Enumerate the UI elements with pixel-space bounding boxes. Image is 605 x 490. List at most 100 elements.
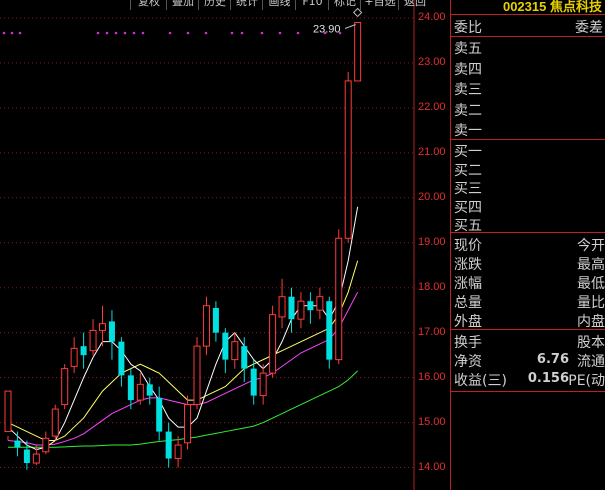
price-tick-label: 19.00 [418, 235, 446, 248]
candle-body [156, 397, 163, 432]
buy-level-label: 买二 [454, 162, 482, 179]
event-dot [278, 31, 282, 35]
sell-level-label: 卖五 [454, 41, 482, 57]
candle-body [61, 368, 69, 406]
candle-body [250, 368, 257, 396]
stock-name: 焦点科技 [549, 0, 602, 14]
event-dot [204, 31, 208, 35]
candle-body [174, 444, 182, 460]
stock-code: 002315 [502, 0, 547, 14]
candle-body [99, 323, 106, 331]
candle-body [241, 346, 248, 369]
quote-panel: 002315 焦点科技 委比 委差 卖五 卖四 卖三 卖二 卖一 买一 买二 买三 买四 买五 … [450, 0, 605, 490]
order-diff-label: 委差 [575, 20, 603, 36]
candle-body [288, 296, 295, 320]
chart-toolbar: 复权 叠加 历史 统计 画线 F10 标记 +自选 返回 [0, 0, 450, 10]
separator [451, 14, 605, 15]
candle-body [146, 384, 153, 396]
event-dot [114, 31, 118, 35]
sell-level-label: 卖二 [454, 102, 482, 119]
candle-body [344, 80, 352, 239]
candle-body [127, 375, 134, 401]
quote-label: 涨幅 [454, 276, 482, 292]
candlestick-chart[interactable]: 23.90 [0, 0, 450, 490]
candle-body [70, 347, 78, 367]
toolbar-button[interactable]: 标记 [328, 0, 361, 10]
sell-level-label: 卖三 [454, 82, 482, 98]
separator [451, 139, 605, 140]
candles [4, 21, 362, 470]
separator [451, 391, 605, 392]
quote-right-label: 最低 [577, 276, 605, 292]
annotation-leader [344, 24, 356, 29]
price-tick-label: 22.00 [418, 100, 446, 113]
fundamental-label: 换手 [454, 335, 482, 351]
candle-body [165, 431, 172, 459]
price-tick-label: 18.00 [418, 280, 446, 293]
fundamental-right-label: 流通 [577, 354, 605, 370]
annotation-label: 23.90 [313, 23, 341, 35]
event-dot [230, 31, 234, 35]
candle-body [231, 341, 239, 361]
fundamental-label: 收益(三) [454, 373, 507, 389]
candle-body [297, 300, 305, 320]
quote-label: 涨跌 [454, 257, 482, 273]
toolbar-button[interactable]: F10 [295, 0, 329, 10]
toolbar-button[interactable]: 复权 [130, 0, 167, 10]
candle-body [326, 301, 333, 360]
quote-label: 现价 [454, 238, 482, 254]
quote-right-label: 内盘 [577, 314, 605, 330]
candle-body [32, 453, 40, 464]
price-tick-label: 20.00 [418, 190, 446, 203]
event-dot [141, 31, 145, 35]
sell-level-label: 卖一 [454, 123, 482, 139]
candle-body [259, 372, 267, 397]
candle-body [222, 332, 229, 360]
candle-body [80, 346, 87, 356]
fundamental-value: 6.76 [536, 352, 569, 367]
buy-level-label: 买一 [454, 144, 482, 160]
event-dot [18, 31, 22, 35]
candle-body [202, 305, 210, 347]
toolbar-button[interactable]: 历史 [198, 0, 231, 10]
candle-body [212, 307, 219, 333]
quote-right-label: 今开 [577, 238, 605, 254]
candle-body [51, 408, 59, 437]
separator [451, 232, 605, 233]
toolbar-button[interactable]: +自选 [360, 0, 399, 10]
buy-level-label: 买四 [454, 199, 482, 216]
toolbar-button[interactable]: 叠加 [166, 0, 199, 10]
fundamental-right-label: 股本 [577, 335, 605, 351]
quote-right-label: 量比 [577, 295, 605, 311]
toolbar-button[interactable]: 画线 [262, 0, 296, 10]
event-dot [96, 31, 100, 35]
toolbar-button[interactable]: 统计 [230, 0, 263, 10]
event-dot [296, 31, 300, 35]
price-tick-label: 24.00 [418, 10, 446, 23]
candle-body [42, 437, 50, 453]
separator [451, 36, 605, 37]
candle-body [354, 21, 362, 82]
stock-header: 002315 焦点科技 [451, 0, 605, 14]
event-dot [10, 31, 14, 35]
buy-level-label: 买三 [454, 181, 482, 197]
candle-body [335, 237, 343, 361]
price-tick-label: 21.00 [418, 145, 446, 158]
event-dot [2, 31, 6, 35]
stock-title: 002315 焦点科技 [503, 0, 602, 15]
price-tick-label: 23.00 [418, 55, 446, 68]
candle-body [269, 314, 277, 374]
price-tick-label: 14.00 [418, 460, 446, 473]
candle-body [108, 321, 115, 342]
toolbar-button[interactable]: 返回 [398, 0, 431, 10]
event-dot [260, 31, 264, 35]
fundamental-right-label: PE(动 [568, 373, 605, 389]
fundamental-label: 净资 [454, 354, 482, 370]
candle-body [193, 345, 201, 406]
separator [451, 329, 605, 330]
candle-body [278, 296, 286, 318]
order-ratio-label: 委比 [454, 20, 482, 36]
candle-body [307, 301, 314, 311]
candle-body [316, 296, 324, 311]
ma60-line [8, 370, 358, 448]
